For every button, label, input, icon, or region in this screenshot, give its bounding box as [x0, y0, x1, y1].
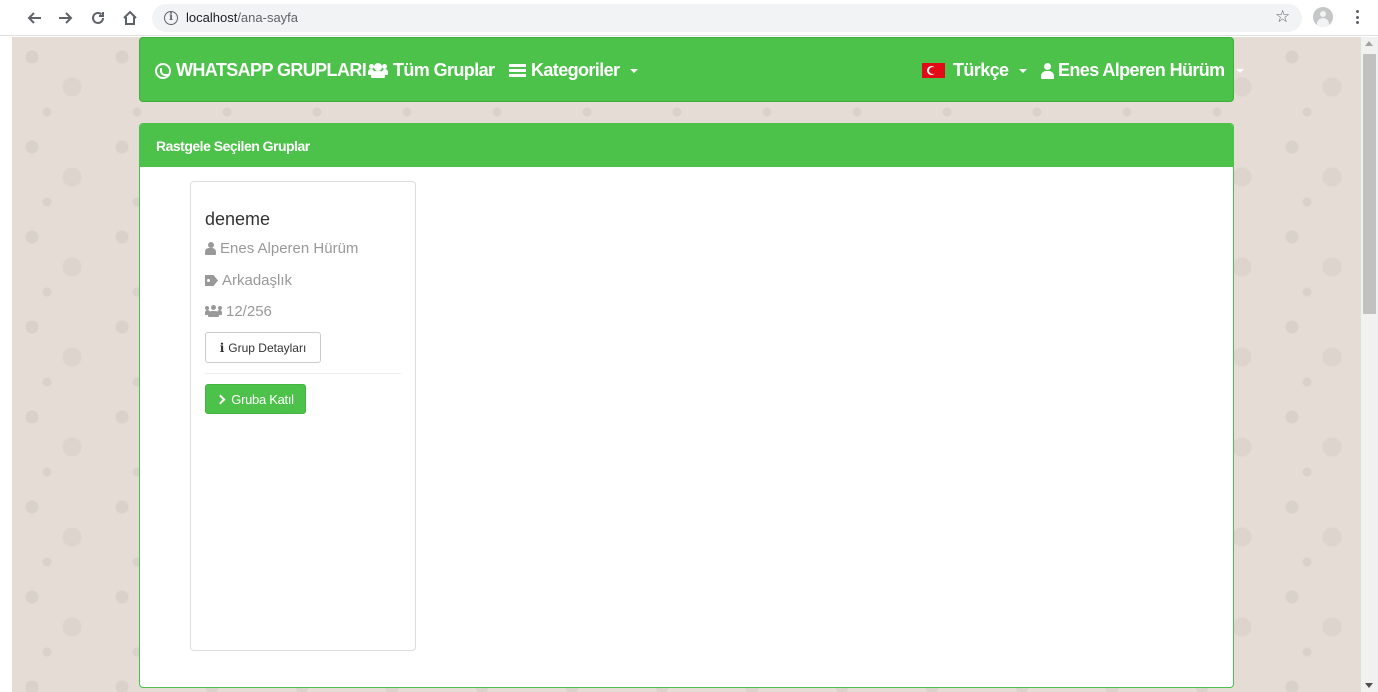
- browser-toolbar: i localhost/ana-sayfa ☆: [0, 0, 1378, 36]
- address-bar[interactable]: i localhost/ana-sayfa: [152, 4, 1302, 32]
- nav-user-label: Enes Alperen Hürüm: [1058, 60, 1225, 80]
- main-navbar: WHATSAPP GRUPLARI Tüm Gruplar Kategorile…: [139, 37, 1244, 102]
- menu-icon[interactable]: [1352, 10, 1362, 26]
- info-icon[interactable]: i: [164, 11, 178, 25]
- group-title: deneme: [205, 209, 271, 229]
- group-members: 12/256: [205, 303, 272, 320]
- brand-link[interactable]: WHATSAPP GRUPLARI: [155, 60, 367, 81]
- nav-categories-label: Kategoriler: [531, 60, 620, 80]
- group-category-text: Arkadaşlık: [222, 272, 293, 289]
- page-scrollbar[interactable]: [1361, 37, 1378, 692]
- scroll-down-arrow-icon[interactable]: [1365, 683, 1373, 688]
- page-margin: [0, 37, 12, 692]
- group-details-label: Grup Detayları: [228, 340, 307, 355]
- chevron-right-icon: [215, 394, 226, 404]
- whatsapp-icon: [155, 62, 171, 79]
- back-icon[interactable]: [24, 8, 44, 28]
- join-group-button[interactable]: Gruba Katıl: [205, 384, 306, 414]
- info-icon: i: [219, 340, 225, 355]
- user-icon: [205, 242, 216, 255]
- url-path: /ana-sayfa: [237, 10, 299, 25]
- turkey-flag-icon: [922, 63, 945, 78]
- nav-user-dropdown[interactable]: Enes Alperen Hürüm: [1041, 60, 1244, 81]
- scroll-thumb[interactable]: [1363, 54, 1376, 314]
- page-viewport: WHATSAPP GRUPLARI Tüm Gruplar Kategorile…: [12, 37, 1361, 692]
- brand-label: WHATSAPP GRUPLARI: [176, 60, 367, 80]
- nav-language-label: Türkçe: [953, 60, 1009, 80]
- users-icon: [205, 305, 222, 318]
- group-category: Arkadaşlık: [205, 272, 292, 289]
- list-icon: [509, 64, 526, 77]
- reload-icon[interactable]: [88, 8, 108, 28]
- caret-down-icon: [1019, 68, 1028, 73]
- group-owner: Enes Alperen Hürüm: [205, 240, 358, 257]
- nav-all-groups[interactable]: Tüm Gruplar: [368, 60, 495, 81]
- tag-icon: [205, 275, 218, 286]
- profile-icon[interactable]: [1313, 7, 1333, 27]
- card-divider: [205, 373, 401, 374]
- url-text: localhost/ana-sayfa: [186, 10, 298, 25]
- nav-all-groups-label: Tüm Gruplar: [393, 60, 495, 80]
- group-card: deneme Enes Alperen Hürüm Arkadaşlık 12/…: [190, 181, 416, 651]
- scroll-up-arrow-icon[interactable]: [1365, 41, 1373, 46]
- join-group-label: Gruba Katıl: [231, 391, 294, 407]
- group-details-button[interactable]: i Grup Detayları: [205, 332, 321, 363]
- caret-down-icon: [1235, 68, 1244, 73]
- nav-categories-dropdown[interactable]: Kategoriler: [509, 60, 639, 81]
- forward-icon[interactable]: [56, 8, 76, 28]
- group-owner-text: Enes Alperen Hürüm: [220, 240, 359, 257]
- star-icon[interactable]: ☆: [1275, 8, 1290, 26]
- url-host: localhost: [186, 10, 238, 25]
- group-members-text: 12/256: [226, 303, 272, 320]
- caret-down-icon: [630, 68, 639, 73]
- user-icon: [1041, 62, 1054, 79]
- random-groups-panel: Rastgele Seçilen Gruplar deneme Enes Alp…: [139, 123, 1234, 688]
- users-icon: [368, 63, 388, 78]
- panel-heading: Rastgele Seçilen Gruplar: [140, 124, 1233, 167]
- home-icon[interactable]: [120, 8, 140, 28]
- nav-language-dropdown[interactable]: Türkçe: [922, 60, 1028, 81]
